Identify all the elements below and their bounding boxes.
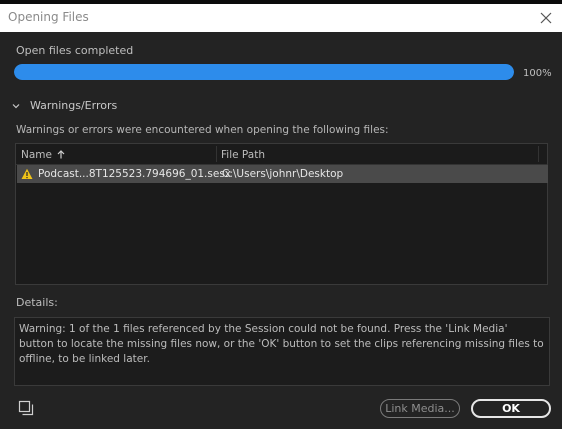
progress-fill xyxy=(14,64,514,80)
progress-label: Open files completed xyxy=(16,44,134,57)
table-row[interactable]: Podcast...8T125523.794696_01.sesx C:\Use… xyxy=(17,165,548,183)
close-icon xyxy=(540,12,552,24)
warnings-message: Warnings or errors were encountered when… xyxy=(16,124,389,136)
chevron-down-icon xyxy=(12,103,20,108)
column-name-label: Name xyxy=(21,149,52,161)
files-table: Name File Path Podcast...8T125523.794696… xyxy=(15,143,548,285)
column-header-path[interactable]: File Path xyxy=(221,149,265,161)
column-divider xyxy=(538,146,539,162)
opening-files-dialog: Opening Files Open files completed 100% … xyxy=(0,4,562,429)
column-divider xyxy=(216,146,217,162)
ok-button[interactable]: OK xyxy=(471,399,551,418)
column-header-name[interactable]: Name xyxy=(21,149,65,161)
sort-ascending-icon xyxy=(57,150,65,159)
warnings-section-title: Warnings/Errors xyxy=(30,99,118,112)
link-media-button[interactable]: Link Media... xyxy=(380,399,460,418)
details-label: Details: xyxy=(16,296,58,309)
copy-icon[interactable] xyxy=(18,400,34,416)
title-bar: Opening Files xyxy=(0,4,562,32)
progress-bar xyxy=(14,64,514,80)
details-text: Warning: 1 of the 1 files referenced by … xyxy=(14,317,550,386)
warning-icon xyxy=(21,168,33,179)
table-header: Name File Path xyxy=(16,144,547,165)
close-button[interactable] xyxy=(536,8,556,28)
file-name-cell: Podcast...8T125523.794696_01.sesx xyxy=(38,168,232,180)
progress-percent: 100% xyxy=(523,68,552,79)
window-title: Opening Files xyxy=(8,10,89,24)
warnings-section-toggle[interactable]: Warnings/Errors xyxy=(12,99,117,112)
file-path-cell: C:\Users\johnr\Desktop xyxy=(222,168,344,180)
